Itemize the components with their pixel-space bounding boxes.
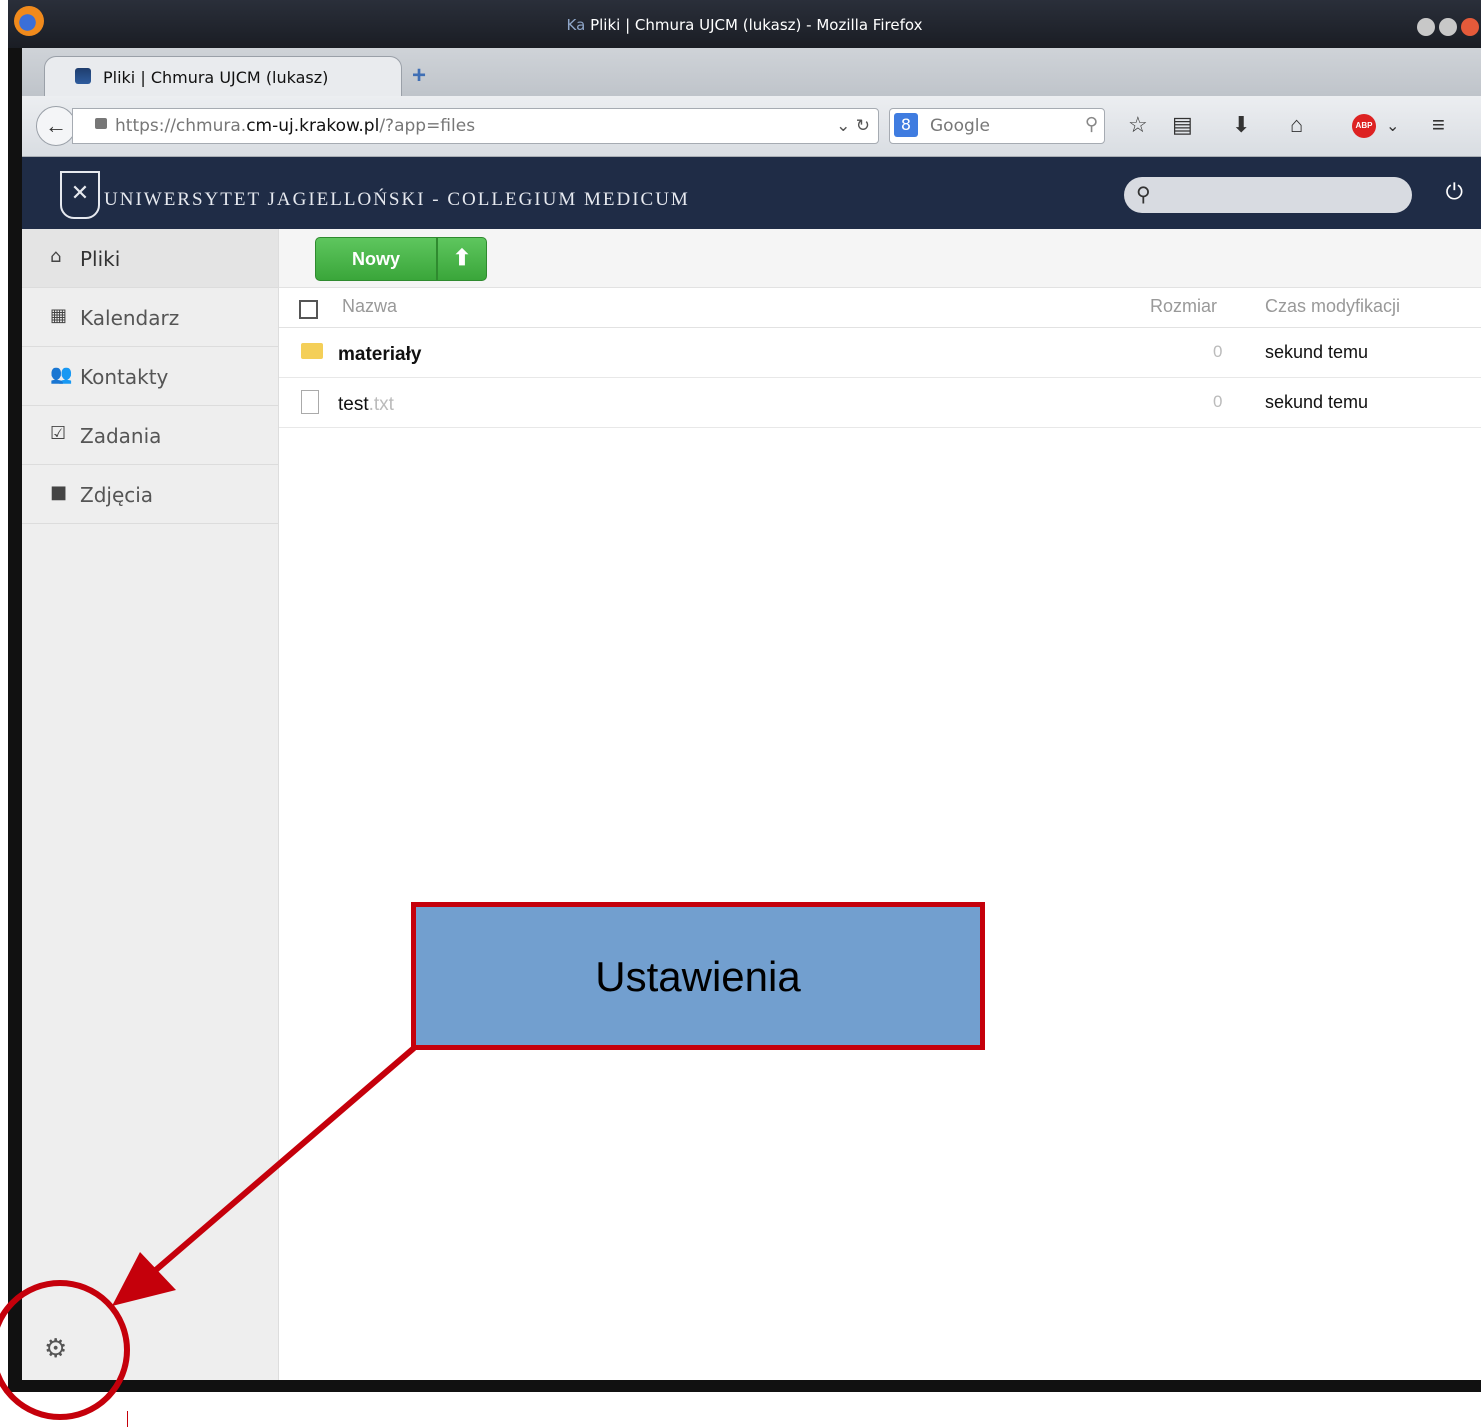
annotation-circle	[0, 1280, 130, 1420]
annotation-callout: Ustawienia	[411, 902, 985, 1050]
annotation-arrow-line	[148, 1045, 416, 1278]
annotation-overlay	[0, 1045, 416, 1420]
annotation-tick-mark	[127, 1411, 128, 1427]
